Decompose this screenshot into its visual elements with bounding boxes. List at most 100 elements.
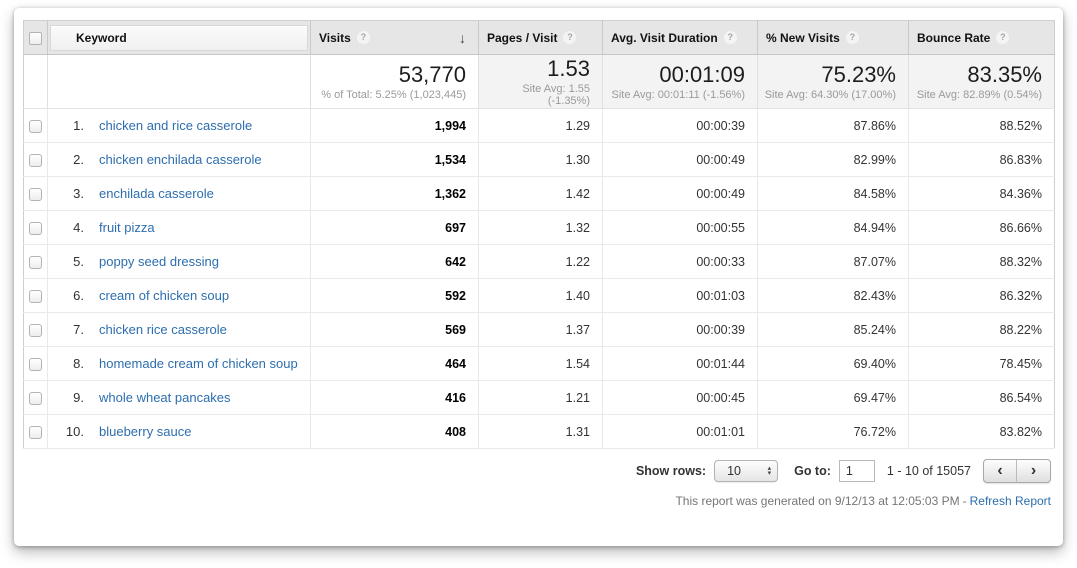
avg-visit-duration-cell: 00:01:03 — [603, 279, 758, 313]
pct-new-visits-cell: 76.72% — [758, 415, 909, 449]
row-rank: 3. — [60, 186, 84, 201]
row-checkbox[interactable] — [29, 324, 42, 337]
pages-per-visit-cell: 1.42 — [479, 177, 603, 211]
keyword-link[interactable]: chicken and rice casserole — [99, 118, 252, 133]
bounce-rate-cell: 83.82% — [909, 415, 1055, 449]
avg-visit-duration-cell: 00:00:49 — [603, 177, 758, 211]
row-checkbox[interactable] — [29, 222, 42, 235]
report-generated-line: This report was generated on 9/12/13 at … — [14, 494, 1051, 508]
row-checkbox[interactable] — [29, 120, 42, 133]
keyword-link[interactable]: enchilada casserole — [99, 186, 214, 201]
column-header-visits[interactable]: Visits ? ↓ — [311, 21, 479, 55]
pct-new-visits-cell: 85.24% — [758, 313, 909, 347]
column-header-avg-visit-duration[interactable]: Avg. Visit Duration ? — [603, 21, 758, 55]
avg-visit-duration-cell: 00:01:01 — [603, 415, 758, 449]
bounce-rate-cell: 86.66% — [909, 211, 1055, 245]
goto-page-input[interactable] — [839, 460, 875, 482]
keyword-link[interactable]: homemade cream of chicken soup — [99, 356, 298, 371]
summary-checkbox-cell — [24, 55, 48, 109]
keyword-link[interactable]: poppy seed dressing — [99, 254, 219, 269]
row-checkbox-cell — [24, 177, 48, 211]
row-rank: 8. — [60, 356, 84, 371]
bounce-rate-cell: 88.32% — [909, 245, 1055, 279]
keyword-link[interactable]: whole wheat pancakes — [99, 390, 231, 405]
keyword-cell: 5. poppy seed dressing — [48, 245, 311, 279]
keyword-cell: 3. enchilada casserole — [48, 177, 311, 211]
row-rank: 2. — [60, 152, 84, 167]
row-checkbox[interactable] — [29, 154, 42, 167]
row-rank: 1. — [60, 118, 84, 133]
keyword-link[interactable]: cream of chicken soup — [99, 288, 229, 303]
keyword-link[interactable]: chicken rice casserole — [99, 322, 227, 337]
select-all-checkbox[interactable] — [29, 32, 42, 45]
row-checkbox-cell — [24, 245, 48, 279]
keyword-link[interactable]: chicken enchilada casserole — [99, 152, 262, 167]
help-icon[interactable]: ? — [563, 31, 576, 44]
summary-row: 53,770 % of Total: 5.25% (1,023,445) 1.5… — [24, 55, 1055, 109]
summary-duration-subtext: Site Avg: 00:01:11 (-1.56%) — [603, 89, 757, 101]
column-header-pct-new-visits[interactable]: % New Visits ? — [758, 21, 909, 55]
column-header-keyword: Keyword — [48, 21, 311, 55]
column-label: Bounce Rate — [917, 31, 990, 45]
summary-pages-subtext: Site Avg: 1.55 (-1.35%) — [479, 83, 602, 107]
bounce-rate-cell: 86.83% — [909, 143, 1055, 177]
help-icon[interactable]: ? — [357, 31, 370, 44]
table-row: 3.enchilada casserole1,3621.4200:00:4984… — [24, 177, 1055, 211]
pages-per-visit-cell: 1.54 — [479, 347, 603, 381]
pages-per-visit-cell: 1.32 — [479, 211, 603, 245]
summary-pages-cell: 1.53 Site Avg: 1.55 (-1.35%) — [479, 55, 603, 109]
pages-per-visit-cell: 1.29 — [479, 109, 603, 143]
visits-cell: 1,994 — [311, 109, 479, 143]
next-page-button[interactable]: › — [1017, 460, 1050, 482]
keyword-cell: 1. chicken and rice casserole — [48, 109, 311, 143]
row-checkbox-cell — [24, 211, 48, 245]
avg-visit-duration-cell: 00:00:33 — [603, 245, 758, 279]
column-label: Keyword — [76, 31, 127, 45]
bounce-rate-cell: 88.22% — [909, 313, 1055, 347]
avg-visit-duration-cell: 00:00:45 — [603, 381, 758, 415]
row-rank: 5. — [60, 254, 84, 269]
bounce-rate-cell: 84.36% — [909, 177, 1055, 211]
row-checkbox[interactable] — [29, 392, 42, 405]
row-checkbox-cell — [24, 279, 48, 313]
row-checkbox-cell — [24, 347, 48, 381]
help-icon[interactable]: ? — [724, 31, 737, 44]
row-rank: 9. — [60, 390, 84, 405]
prev-page-button[interactable]: ‹ — [984, 460, 1017, 482]
header-checkbox-cell — [24, 21, 48, 55]
bounce-rate-cell: 86.32% — [909, 279, 1055, 313]
column-header-bounce-rate[interactable]: Bounce Rate ? — [909, 21, 1055, 55]
pct-new-visits-cell: 69.47% — [758, 381, 909, 415]
summary-visits-value: 53,770 — [311, 63, 478, 87]
generated-separator: - — [963, 494, 967, 508]
keyword-cell: 9. whole wheat pancakes — [48, 381, 311, 415]
report-card: Keyword Visits ? ↓ Pages / Visit ? — [14, 8, 1063, 546]
table-row: 10.blueberry sauce4081.3100:01:0176.72%8… — [24, 415, 1055, 449]
row-checkbox[interactable] — [29, 426, 42, 439]
summary-new-visits-subtext: Site Avg: 64.30% (17.00%) — [758, 89, 908, 101]
row-checkbox-cell — [24, 415, 48, 449]
show-rows-label: Show rows: — [636, 464, 706, 478]
row-checkbox[interactable] — [29, 188, 42, 201]
row-checkbox-cell — [24, 143, 48, 177]
table-row: 6.cream of chicken soup5921.4000:01:0382… — [24, 279, 1055, 313]
summary-keyword-cell — [48, 55, 311, 109]
bounce-rate-cell: 78.45% — [909, 347, 1055, 381]
keyword-link[interactable]: fruit pizza — [99, 220, 155, 235]
row-checkbox[interactable] — [29, 256, 42, 269]
keyword-link[interactable]: blueberry sauce — [99, 424, 192, 439]
row-checkbox[interactable] — [29, 358, 42, 371]
pages-per-visit-cell: 1.21 — [479, 381, 603, 415]
pages-per-visit-cell: 1.40 — [479, 279, 603, 313]
show-rows-select[interactable]: 10 ▴▾ — [714, 460, 778, 482]
header-row: Keyword Visits ? ↓ Pages / Visit ? — [24, 21, 1055, 55]
column-label: Avg. Visit Duration — [611, 31, 718, 45]
help-icon[interactable]: ? — [846, 31, 859, 44]
refresh-report-link[interactable]: Refresh Report — [970, 494, 1051, 508]
summary-duration-cell: 00:01:09 Site Avg: 00:01:11 (-1.56%) — [603, 55, 758, 109]
row-checkbox[interactable] — [29, 290, 42, 303]
help-icon[interactable]: ? — [996, 31, 1009, 44]
column-header-pages-per-visit[interactable]: Pages / Visit ? — [479, 21, 603, 55]
avg-visit-duration-cell: 00:00:39 — [603, 313, 758, 347]
keyword-dimension-button[interactable]: Keyword — [50, 25, 308, 51]
